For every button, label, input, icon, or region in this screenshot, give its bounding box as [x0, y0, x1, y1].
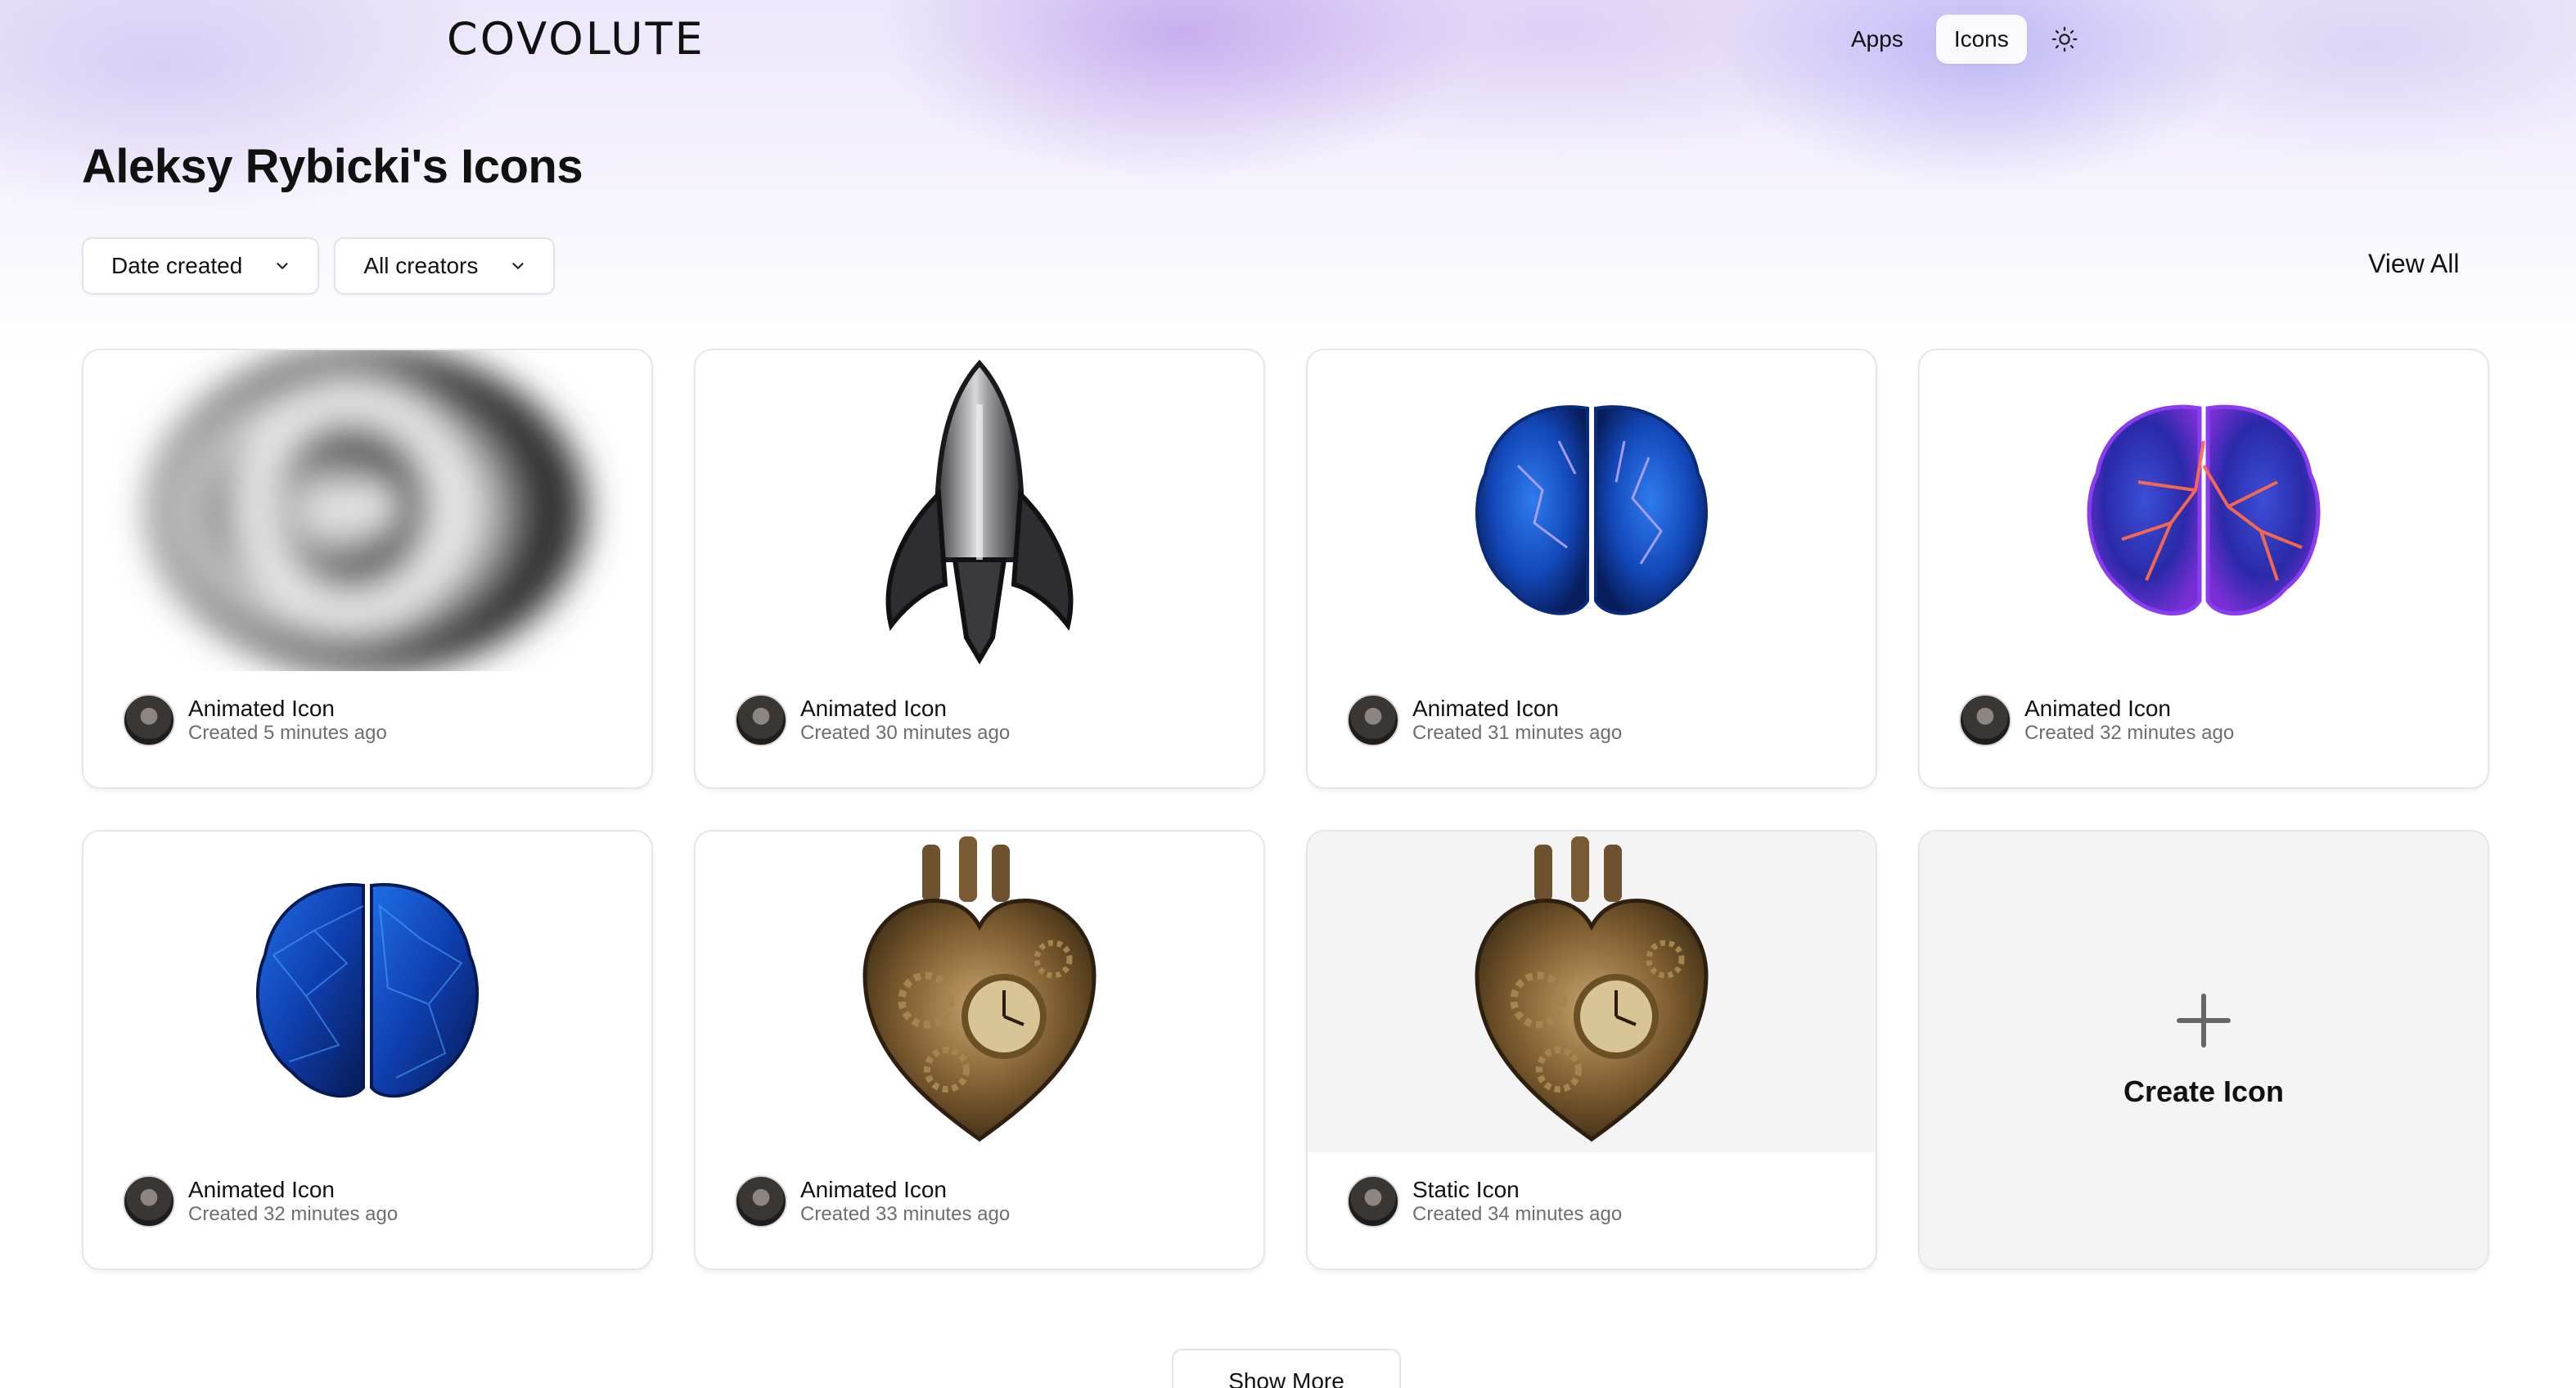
icon-card[interactable]: Animated Icon Created 32 minutes ago: [82, 830, 653, 1270]
page-title: Aleksy Rybicki's Icons: [82, 140, 583, 193]
icon-title: Static Icon: [1412, 1177, 1520, 1203]
icon-meta: Animated Icon Created 30 minutes ago: [735, 694, 1010, 746]
icon-created-time: Created 34 minutes ago: [1412, 1203, 1623, 1226]
create-icon-label: Create Icon: [2123, 1075, 2285, 1108]
theme-toggle-button[interactable]: [2042, 16, 2087, 62]
sort-select[interactable]: Date created: [82, 237, 320, 295]
avatar: [735, 694, 787, 746]
avatar: [123, 694, 175, 746]
icon-grid: Animated Icon Created 5 minutes ago Anim…: [82, 349, 2489, 1270]
avatar: [1959, 694, 2011, 746]
icon-thumbnail: [1308, 831, 1876, 1152]
low-poly-brain-image: [256, 883, 479, 1098]
steampunk-heart-image: [1475, 836, 1709, 1142]
icon-meta: Static Icon Created 34 minutes ago: [1347, 1175, 1622, 1228]
icon-title: Animated Icon: [800, 1177, 947, 1203]
top-nav: Apps Icons: [1833, 10, 2087, 69]
icon-thumbnail: [696, 350, 1263, 671]
sort-select-value: Date created: [111, 253, 243, 278]
icon-meta: Animated Icon Created 32 minutes ago: [1959, 694, 2234, 746]
nav-apps[interactable]: Apps: [1833, 15, 1921, 64]
icon-created-time: Created 31 minutes ago: [1412, 722, 1623, 745]
avatar: [735, 1175, 787, 1228]
avatar: [1347, 1175, 1399, 1228]
icon-thumbnail: [83, 350, 651, 671]
icon-title: Animated Icon: [800, 696, 947, 722]
icon-created-time: Created 33 minutes ago: [800, 1203, 1011, 1226]
app-logo[interactable]: COVOLUTE: [447, 16, 705, 62]
icon-meta: Animated Icon Created 33 minutes ago: [735, 1175, 1010, 1228]
icon-card[interactable]: Static Icon Created 34 minutes ago: [1306, 830, 1877, 1270]
steampunk-heart-image: [862, 836, 1097, 1142]
icon-thumbnail: [1308, 350, 1876, 671]
icon-card[interactable]: Animated Icon Created 30 minutes ago: [694, 349, 1265, 789]
icon-title: Animated Icon: [188, 1177, 335, 1203]
icon-title: Animated Icon: [2024, 696, 2171, 722]
chevron-down-icon: [277, 263, 288, 269]
icon-created-time: Created 32 minutes ago: [2024, 722, 2235, 745]
sun-icon: [2051, 26, 2078, 52]
icon-card[interactable]: Animated Icon Created 33 minutes ago: [694, 830, 1265, 1270]
icon-card[interactable]: Animated Icon Created 31 minutes ago: [1306, 349, 1877, 789]
plus-icon: [2177, 994, 2231, 1048]
icon-title: Animated Icon: [1412, 696, 1559, 722]
create-icon-card[interactable]: Create Icon: [1918, 830, 2489, 1270]
chevron-down-icon: [512, 263, 524, 269]
icon-card[interactable]: Animated Icon Created 5 minutes ago: [82, 349, 653, 789]
icon-thumbnail: [1920, 350, 2488, 671]
icon-thumbnail: [696, 831, 1263, 1152]
icon-created-time: Created 5 minutes ago: [188, 722, 387, 745]
nav-icons[interactable]: Icons: [1935, 15, 2027, 64]
show-more-button[interactable]: Show More: [1172, 1349, 1401, 1388]
icon-created-time: Created 32 minutes ago: [188, 1203, 399, 1226]
icon-thumbnail: [83, 831, 651, 1152]
icon-card[interactable]: Animated Icon Created 32 minutes ago: [1918, 349, 2489, 789]
page: COVOLUTE Apps Icons Aleksy Rybicki's Ico…: [0, 0, 2576, 1388]
blue-brain-image: [1475, 405, 1708, 615]
blurred-eye-image: [83, 350, 651, 671]
icon-title: Animated Icon: [188, 696, 335, 722]
icon-meta: Animated Icon Created 31 minutes ago: [1347, 694, 1622, 746]
icon-meta: Animated Icon Created 5 minutes ago: [123, 694, 387, 746]
creator-select[interactable]: All creators: [334, 237, 556, 295]
view-all-link[interactable]: View All: [2368, 249, 2459, 279]
filter-bar: Date created All creators: [82, 237, 556, 295]
avatar: [123, 1175, 175, 1228]
creator-select-value: All creators: [363, 253, 479, 278]
icon-meta: Animated Icon Created 32 minutes ago: [123, 1175, 398, 1228]
avatar: [1347, 694, 1399, 746]
rocket-image: [885, 359, 1074, 665]
purple-brain-image: [2087, 404, 2321, 616]
icon-created-time: Created 30 minutes ago: [800, 722, 1011, 745]
